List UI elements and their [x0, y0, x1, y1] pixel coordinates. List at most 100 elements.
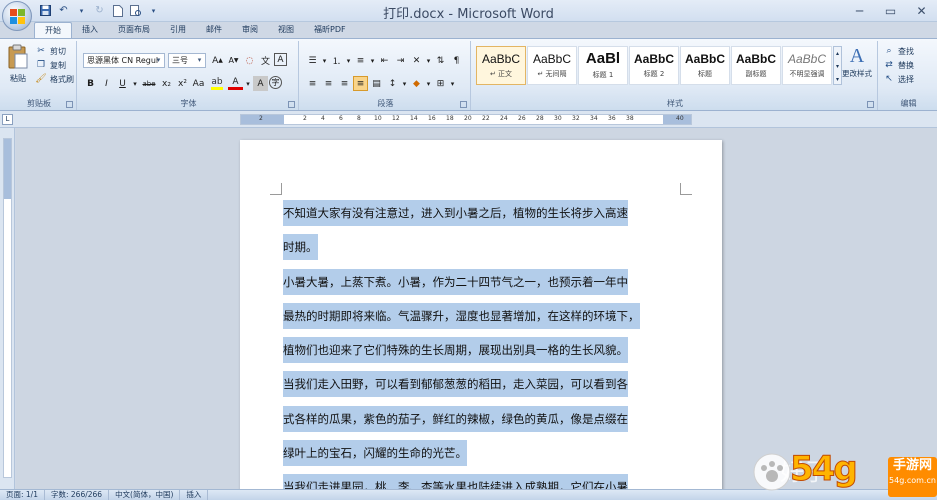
clipboard-dialog-launcher[interactable]: [66, 101, 73, 108]
horizontal-ruler[interactable]: 2 2 4 6 8 10 12 14 16 18 20 22 24 26 28 …: [240, 114, 692, 125]
status-word-count[interactable]: 字数: 266/266: [45, 490, 110, 500]
tab-review[interactable]: 审阅: [232, 22, 268, 38]
style-heading-1[interactable]: AaBl 标题 1: [578, 46, 628, 85]
tab-home[interactable]: 开始: [34, 22, 72, 38]
format-painter-label: 格式刷: [50, 74, 74, 84]
select-label: 选择: [898, 74, 914, 84]
tab-selector[interactable]: L: [2, 114, 13, 125]
show-marks-icon[interactable]: ¶: [449, 53, 464, 68]
ruler-tick: 14: [410, 115, 418, 122]
replace-button[interactable]: ⇄ 替换: [882, 58, 914, 72]
close-button[interactable]: ✕: [906, 0, 937, 21]
status-language[interactable]: 中文(简体，中国): [109, 490, 181, 500]
print-preview-icon[interactable]: [128, 3, 143, 18]
paragraph-dialog-launcher[interactable]: [460, 101, 467, 108]
distributed-icon[interactable]: ▤: [369, 76, 384, 91]
customize-icon[interactable]: ▾: [146, 3, 161, 18]
dropdown-icon[interactable]: ▾: [369, 53, 376, 68]
shrink-font-button[interactable]: A ▼: [226, 53, 241, 68]
increase-indent-icon[interactable]: ⇥: [393, 53, 408, 68]
char-border-icon[interactable]: A: [274, 53, 287, 66]
format-painter-button[interactable]: 🖌 格式刷: [34, 72, 74, 86]
char-shading-button[interactable]: A: [253, 76, 268, 91]
font-color-dropdown[interactable]: ▾: [244, 76, 252, 91]
subscript-button[interactable]: x₂: [159, 76, 174, 91]
text-line: 植物们也迎来了它们特殊的生长周期，展现出别具一格的生长风貌。: [283, 333, 663, 367]
tab-insert[interactable]: 插入: [72, 22, 108, 38]
paste-button[interactable]: 粘贴: [5, 44, 31, 89]
status-page[interactable]: 页面: 1/1: [0, 490, 45, 500]
document-body[interactable]: 不知道大家有没有注意过，进入到小暑之后，植物的生长将步入高速 时期。 小暑大暑，…: [283, 196, 663, 500]
grow-font-button[interactable]: A ▲: [210, 53, 225, 68]
dropdown-icon[interactable]: ▾: [345, 53, 352, 68]
document-area[interactable]: 不知道大家有没有注意过，进入到小暑之后，植物的生长将步入高速 时期。 小暑大暑，…: [16, 128, 937, 500]
office-button[interactable]: [2, 1, 32, 31]
change-styles-button[interactable]: A 更改样式: [836, 44, 878, 79]
minimize-button[interactable]: ─: [844, 0, 875, 21]
font-color-button[interactable]: A: [228, 76, 243, 90]
bullets-icon[interactable]: ☰: [305, 53, 320, 68]
maximize-button[interactable]: ▭: [875, 0, 906, 21]
repeat-icon[interactable]: ↻: [92, 3, 107, 18]
redo-icon[interactable]: ▾: [74, 3, 89, 18]
style-no-spacing[interactable]: AaBbC ↵ 无间隔: [527, 46, 577, 85]
style-normal[interactable]: AaBbC ↵ 正文: [476, 46, 526, 85]
highlight-button[interactable]: ab: [207, 76, 227, 91]
save-icon[interactable]: [38, 3, 53, 18]
style-subtitle[interactable]: AaBbC 副标题: [731, 46, 781, 85]
tab-foxit-pdf[interactable]: 福昕PDF: [304, 22, 356, 38]
cut-button[interactable]: ✂ 剪切: [34, 44, 74, 58]
dropdown-icon[interactable]: ▾: [425, 53, 432, 68]
style-subtle-emphasis[interactable]: AaBbC 不明显强调: [782, 46, 832, 85]
tab-mailings[interactable]: 邮件: [196, 22, 232, 38]
vertical-ruler[interactable]: [0, 128, 15, 489]
new-icon[interactable]: [110, 3, 125, 18]
tab-view[interactable]: 视图: [268, 22, 304, 38]
change-case-button[interactable]: Aa: [191, 76, 206, 91]
line-spacing-icon[interactable]: ↕: [385, 76, 400, 91]
align-right-icon[interactable]: ≡: [337, 76, 352, 91]
underline-dropdown[interactable]: ▾: [131, 76, 139, 91]
tab-references[interactable]: 引用: [160, 22, 196, 38]
justify-icon[interactable]: ≡: [353, 76, 368, 91]
font-size-select[interactable]: 三号 ▾: [168, 53, 206, 68]
sort-icon[interactable]: ⇅: [433, 53, 448, 68]
font-dialog-launcher[interactable]: [288, 101, 295, 108]
crop-mark-top-right: [680, 183, 692, 195]
multilevel-list-icon[interactable]: ≡: [353, 53, 368, 68]
underline-button[interactable]: U: [115, 76, 130, 91]
style-name: 标题 1: [592, 71, 614, 79]
clear-format-icon[interactable]: ◌: [242, 53, 257, 68]
font-name-select[interactable]: 思源黑体 CN Regul ▾: [83, 53, 165, 68]
align-center-icon[interactable]: ≡: [321, 76, 336, 91]
copy-label: 复制: [50, 60, 66, 70]
document-page[interactable]: 不知道大家有没有注意过，进入到小暑之后，植物的生长将步入高速 时期。 小暑大暑，…: [240, 140, 722, 500]
dropdown-icon[interactable]: ▾: [425, 76, 432, 91]
style-title[interactable]: AaBbC 标题: [680, 46, 730, 85]
align-left-icon[interactable]: ≡: [305, 76, 320, 91]
select-button[interactable]: ↖ 选择: [882, 72, 914, 86]
chinese-layout-icon[interactable]: ✕: [409, 53, 424, 68]
decrease-indent-icon[interactable]: ⇤: [377, 53, 392, 68]
style-heading-2[interactable]: AaBbC 标题 2: [629, 46, 679, 85]
undo-icon[interactable]: ↶: [56, 3, 71, 18]
strikethrough-button[interactable]: abe: [140, 76, 158, 91]
bold-button[interactable]: B: [83, 76, 98, 91]
find-button[interactable]: ⌕ 查找: [882, 44, 914, 58]
shading-icon[interactable]: ◆: [409, 76, 424, 91]
phonetic-guide-icon[interactable]: 文: [258, 53, 273, 68]
tab-page-layout[interactable]: 页面布局: [108, 22, 160, 38]
italic-button[interactable]: I: [99, 76, 114, 91]
superscript-button[interactable]: x²: [175, 76, 190, 91]
copy-button[interactable]: ❐ 复制: [34, 58, 74, 72]
numbering-icon[interactable]: ⒈: [329, 53, 344, 68]
styles-dialog-launcher[interactable]: [867, 101, 874, 108]
ruler-tick: 10: [374, 115, 382, 122]
status-mode[interactable]: 插入: [180, 490, 209, 500]
dropdown-icon[interactable]: ▾: [449, 76, 456, 91]
enclose-char-icon[interactable]: 字: [269, 76, 282, 89]
dropdown-icon[interactable]: ▾: [321, 53, 328, 68]
clipboard-group: 粘贴 ✂ 剪切 ❐ 复制 🖌 格式刷 剪贴板: [2, 41, 77, 110]
borders-icon[interactable]: ⊞: [433, 76, 448, 91]
dropdown-icon[interactable]: ▾: [401, 76, 408, 91]
